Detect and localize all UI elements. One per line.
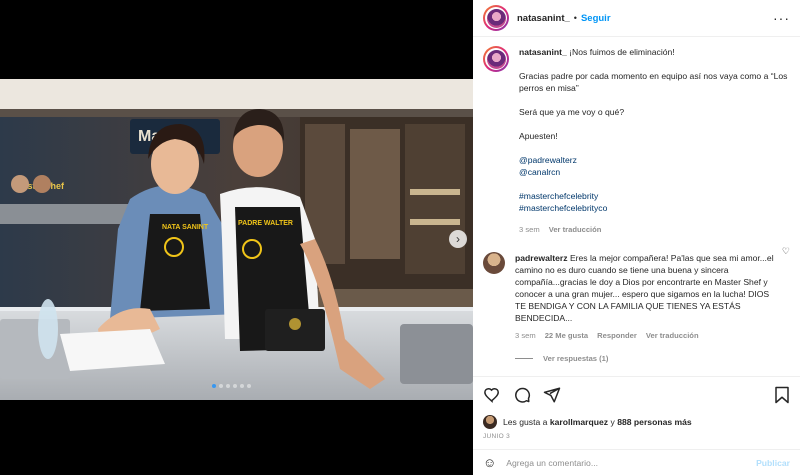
comment-time[interactable]: 3 sem <box>515 330 536 342</box>
likes-others[interactable]: 888 personas más <box>617 417 692 427</box>
caption-paragraph-3: Apuesten! <box>519 131 558 141</box>
carousel-dot <box>212 384 216 388</box>
apron-right-text: PADRE WALTER <box>238 220 293 227</box>
commenter-username[interactable]: padrewalterz <box>515 253 568 263</box>
liker-avatar[interactable] <box>483 415 497 429</box>
carousel-dots <box>212 384 251 388</box>
hashtag-link[interactable]: #masterchefcelebrity <box>519 190 789 202</box>
apron-left-text: NATA SANINT <box>162 224 209 231</box>
carousel-dot <box>247 384 251 388</box>
carousel-dot <box>240 384 244 388</box>
mention-link[interactable]: @canalrcn <box>519 166 789 178</box>
header-separator: • <box>573 13 577 23</box>
post-caption: natasanint_ ¡Nos fuimos de eliminación! … <box>483 46 790 236</box>
likes-summary: Les gusta a karollmarquez y 888 personas… <box>483 415 790 429</box>
heart-icon[interactable] <box>483 386 501 404</box>
likes-middle: y <box>610 417 615 427</box>
replies-divider <box>515 358 533 359</box>
commenter-avatar[interactable] <box>483 252 505 274</box>
bookmark-icon[interactable] <box>774 386 790 404</box>
caption-time[interactable]: 3 sem <box>519 224 540 236</box>
mention-link[interactable]: @padrewalterz <box>519 154 789 166</box>
caption-paragraph-2: Será que ya me voy o qué? <box>519 107 625 117</box>
carousel-dot <box>233 384 237 388</box>
author-avatar[interactable] <box>483 5 509 31</box>
post-date[interactable]: JUNIO 3 <box>483 433 790 440</box>
publish-button[interactable]: Publicar <box>756 458 790 468</box>
caption-avatar[interactable] <box>483 46 509 72</box>
chevron-right-icon: › <box>456 232 460 246</box>
comment-text: Eres la mejor compañera! Pa'las que sea … <box>515 253 774 323</box>
likes-prefix: Les gusta a <box>503 417 548 427</box>
comment-item: padrewalterz Eres la mejor compañera! Pa… <box>483 246 790 342</box>
comment-icon[interactable] <box>513 386 531 404</box>
comment-likes[interactable]: 22 Me gusta <box>545 330 588 342</box>
comment-translate-button[interactable]: Ver traducción <box>646 330 699 342</box>
hashtag-link[interactable]: #masterchefcelebrityco <box>519 202 789 214</box>
comment-meta: 3 sem 22 Me gusta Responder Ver traducci… <box>515 330 775 342</box>
caption-headline: ¡Nos fuimos de eliminación! <box>569 47 675 57</box>
emoji-icon[interactable]: ☺ <box>483 455 496 470</box>
reply-button[interactable]: Responder <box>597 330 637 342</box>
next-image-button[interactable]: › <box>449 230 467 248</box>
translate-button[interactable]: Ver traducción <box>549 224 602 236</box>
caption-paragraph-1: Gracias padre por cada momento en equipo… <box>519 71 788 93</box>
liker-username[interactable]: karollmarquez <box>550 417 608 427</box>
follow-button[interactable]: Seguir <box>581 13 611 24</box>
post-side-panel: natasanint_ • Seguir ··· natasanint_ ¡No… <box>473 0 800 475</box>
post-actions: Les gusta a karollmarquez y 888 personas… <box>473 376 800 440</box>
comment-heart-icon[interactable]: ♡ <box>782 246 790 257</box>
caption-username[interactable]: natasanint_ <box>519 47 567 57</box>
view-replies-label: Ver respuestas (1) <box>543 354 609 363</box>
post-header: natasanint_ • Seguir ··· <box>473 0 800 37</box>
comment-input[interactable] <box>506 457 757 468</box>
comments-area[interactable]: natasanint_ ¡Nos fuimos de eliminación! … <box>473 38 800 376</box>
post-modal: Maste MasterChef <box>0 0 800 475</box>
carousel-dot <box>226 384 230 388</box>
post-photo[interactable]: Maste MasterChef <box>0 79 473 400</box>
photo-illustration: Maste MasterChef <box>0 79 473 400</box>
carousel-dot <box>219 384 223 388</box>
share-icon[interactable] <box>543 386 561 404</box>
caption-meta: 3 sem Ver traducción <box>519 224 789 236</box>
view-replies-button[interactable]: Ver respuestas (1) <box>515 354 790 363</box>
media-panel: Maste MasterChef <box>0 0 473 475</box>
add-comment-bar: ☺ Publicar <box>473 449 800 475</box>
author-username[interactable]: natasanint_ <box>517 13 570 24</box>
more-options-icon[interactable]: ··· <box>773 10 790 26</box>
